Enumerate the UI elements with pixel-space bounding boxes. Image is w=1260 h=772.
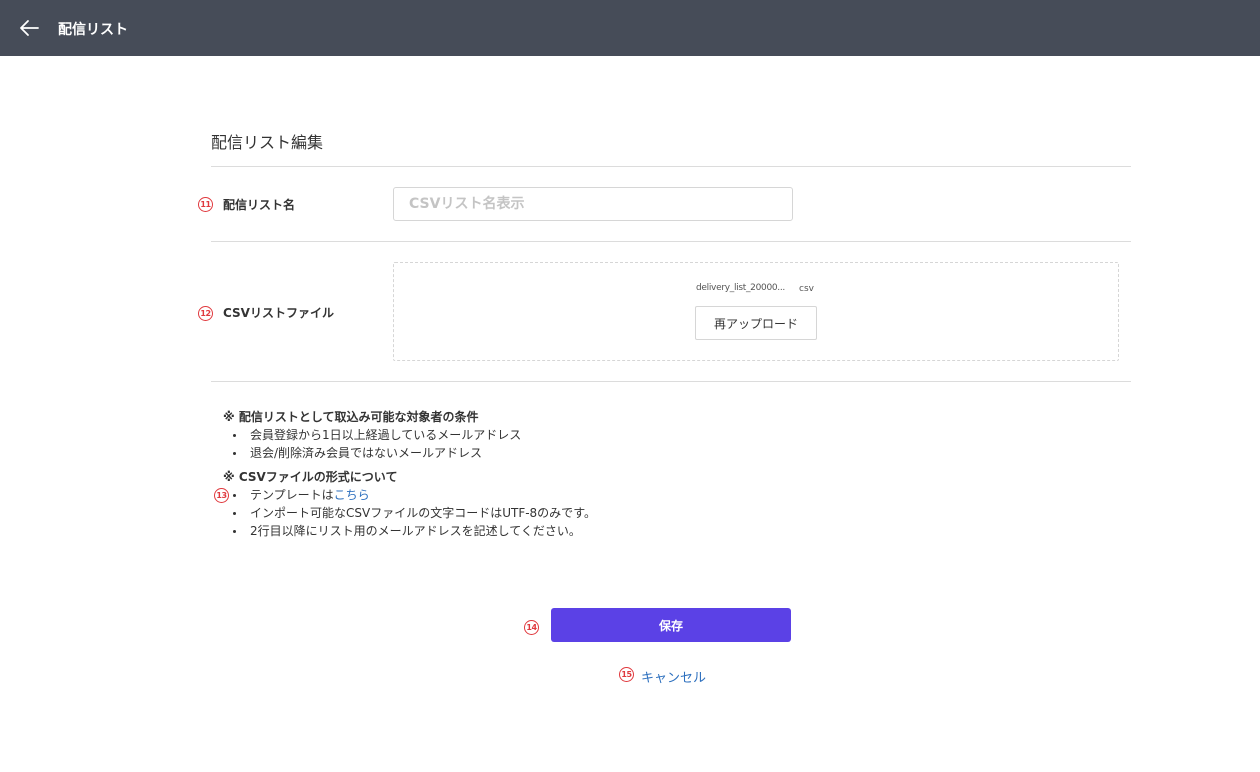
condition-heading: ※ 配信リストとして取込み可能な対象者の条件 xyxy=(223,410,479,424)
uploaded-file-ext: csv xyxy=(799,284,814,294)
list-item: テンプレートはこちら xyxy=(223,486,823,504)
list-item: 2行目以降にリスト用のメールアドレスを記述してください。 xyxy=(223,522,823,540)
list-item: 退会/削除済み会員ではないメールアドレス xyxy=(223,444,823,462)
condition-list: 会員登録から1日以上経過しているメールアドレス 退会/削除済み会員ではないメール… xyxy=(223,426,823,462)
template-text: テンプレートは xyxy=(250,488,334,502)
csv-file-label: CSVリストファイル xyxy=(223,306,334,320)
app-header: 配信リスト xyxy=(0,0,1260,56)
format-heading: ※ CSVファイルの形式について xyxy=(223,470,398,484)
uploaded-file-name: delivery_list_20000... xyxy=(696,283,785,293)
notes-block: ※ 配信リストとして取込み可能な対象者の条件 会員登録から1日以上経過しているメ… xyxy=(223,408,823,540)
annotation-marker-15: 15 xyxy=(619,667,634,682)
save-button[interactable]: 保存 xyxy=(551,608,791,642)
list-item: インポート可能なCSVファイルの文字コードはUTF-8のみです。 xyxy=(223,504,823,522)
divider xyxy=(211,381,1131,382)
back-button[interactable] xyxy=(18,17,40,39)
arrow-left-icon xyxy=(20,20,39,36)
csv-dropzone[interactable]: delivery_list_20000... csv 再アップロード xyxy=(393,262,1119,361)
section-title: 配信リスト編集 xyxy=(211,133,324,152)
annotation-marker-12: 12 xyxy=(198,306,213,321)
list-name-input[interactable] xyxy=(393,187,793,221)
list-item: 会員登録から1日以上経過しているメールアドレス xyxy=(223,426,823,444)
reupload-button[interactable]: 再アップロード xyxy=(695,306,817,340)
main-content: 配信リスト編集 11 配信リスト名 12 CSVリストファイル delivery… xyxy=(0,56,1260,772)
annotation-marker-14: 14 xyxy=(524,620,539,635)
list-name-label: 配信リスト名 xyxy=(223,198,296,212)
divider xyxy=(211,241,1131,242)
divider xyxy=(211,166,1131,167)
format-list: テンプレートはこちら インポート可能なCSVファイルの文字コードはUTF-8のみ… xyxy=(223,486,823,540)
header-title: 配信リスト xyxy=(58,22,128,38)
annotation-marker-11: 11 xyxy=(198,197,213,212)
cancel-link[interactable]: キャンセル xyxy=(641,667,706,686)
template-link[interactable]: こちら xyxy=(334,488,370,502)
